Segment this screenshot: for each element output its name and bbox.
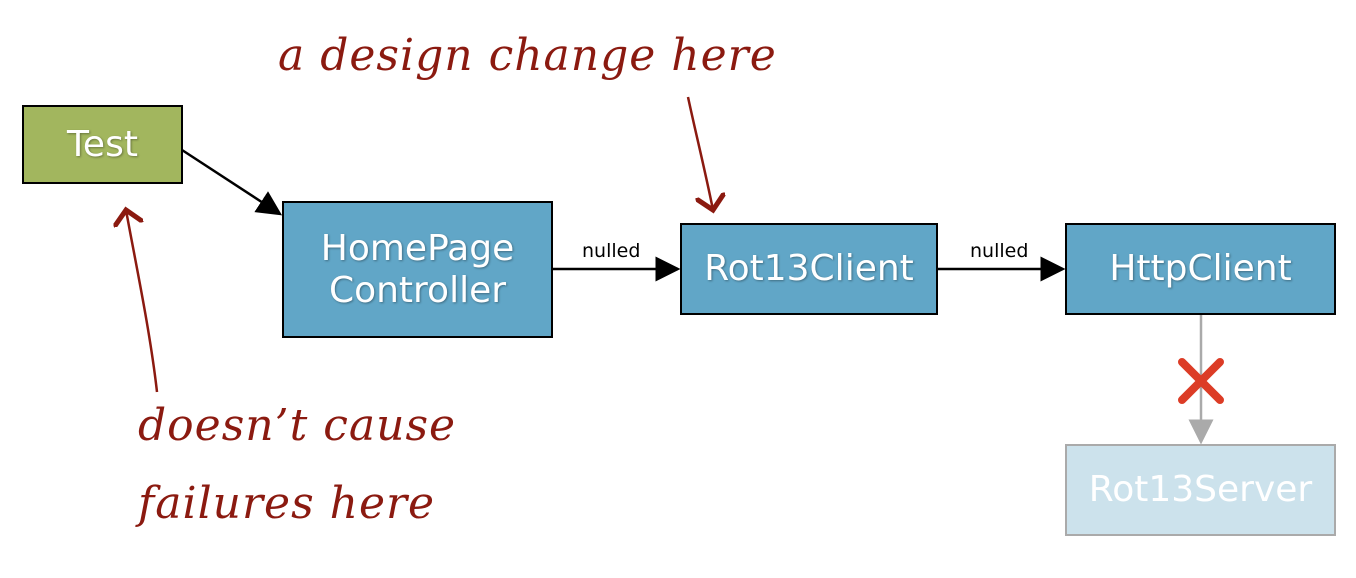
node-label: Test: [67, 123, 138, 165]
edge-label-nulled: nulled: [582, 240, 641, 262]
node-homepage-controller: HomePage Controller: [282, 201, 553, 338]
node-label: HttpClient: [1109, 248, 1292, 290]
node-label: Controller: [328, 269, 507, 311]
node-rot13client: Rot13Client: [680, 223, 938, 315]
node-label: Rot13Server: [1088, 469, 1313, 511]
node-label: Rot13Client: [704, 248, 914, 290]
arrow-test-to-homepage: [181, 148, 283, 216]
node-httpclient: HttpClient: [1065, 223, 1336, 315]
annotation-no-failures-line1: doesn’t cause: [138, 400, 457, 451]
annotation-design-change: a design change here: [278, 30, 777, 81]
node-label: HomePage: [320, 228, 515, 270]
annotation-arrow-design-change: [686, 96, 713, 210]
annotation-arrow-no-failures: [126, 210, 159, 393]
annotation-no-failures-line2: failures here: [138, 478, 436, 529]
node-test: Test: [22, 105, 183, 184]
edge-label-nulled: nulled: [970, 240, 1029, 262]
node-rot13server: Rot13Server: [1065, 444, 1336, 536]
